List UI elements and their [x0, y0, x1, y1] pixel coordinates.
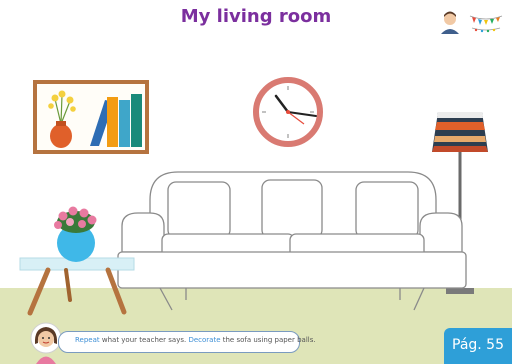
- page-number: Pág. 55: [452, 337, 504, 353]
- instruction-verb-decorate: Decorate: [188, 336, 221, 344]
- worksheet-page: { "title": "My living room", "instructio…: [0, 0, 512, 364]
- instruction-text-2: the sofa using paper balls.: [220, 336, 316, 344]
- page-number-tab: Pág. 55: [444, 328, 512, 364]
- instruction-verb-repeat: Repeat: [75, 336, 100, 344]
- instruction-text-1: what your teacher says.: [99, 336, 189, 344]
- living-room-scene: [0, 77, 512, 364]
- clock: [253, 77, 323, 147]
- instruction-bubble: Repeat what your teacher says. Decorate …: [58, 331, 316, 353]
- instruction-text: Repeat what your teacher says. Decorate …: [75, 336, 316, 344]
- flower-pot: [54, 206, 97, 262]
